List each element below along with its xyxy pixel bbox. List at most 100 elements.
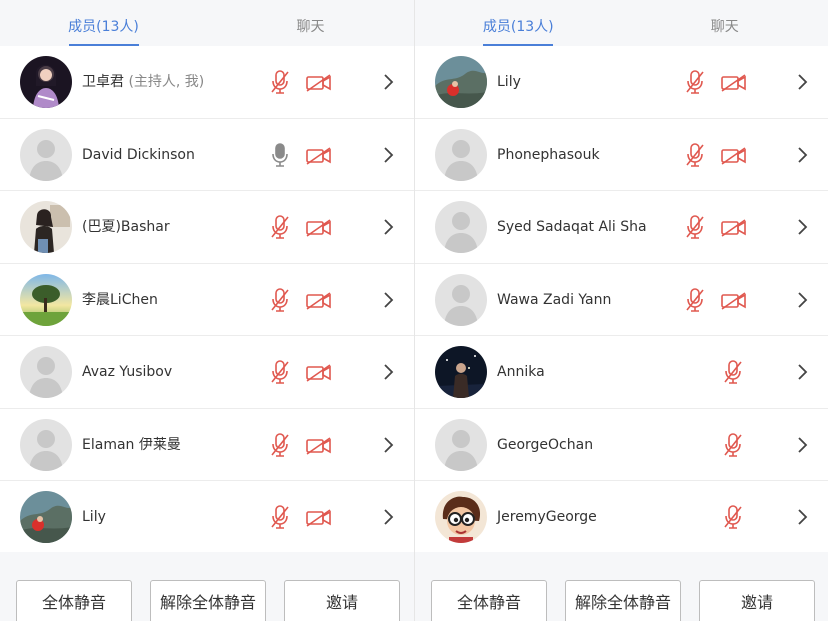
unmute-all-button[interactable]: 解除全体静音 [565, 580, 681, 621]
chevron-right-icon[interactable] [382, 73, 394, 91]
avatar [20, 273, 72, 326]
member-row[interactable]: David Dickinson [0, 119, 414, 191]
tab-chat[interactable]: 聊天 [622, 0, 828, 46]
avatar [20, 491, 72, 543]
members-panel-right: 成员(13人) 聊天 Lily Phonephasouk Syed Sadaqat … [414, 0, 828, 621]
chevron-right-icon[interactable] [382, 291, 394, 309]
member-name-text: JeremyGeorge [497, 509, 597, 525]
member-name-text: Avaz Yusibov [82, 364, 173, 380]
mute-all-button[interactable]: 全体静音 [16, 580, 132, 621]
chevron-right-icon[interactable] [382, 363, 394, 381]
chevron-right-icon[interactable] [382, 436, 394, 454]
camera-off-icon[interactable] [306, 436, 332, 455]
member-row[interactable]: GeorgeOchan [415, 409, 828, 481]
member-row[interactable]: Lily [0, 481, 414, 554]
member-name: Wawa Zadi Yann [497, 264, 611, 336]
chevron-right-icon[interactable] [796, 436, 808, 454]
member-name-text: 李晨LiChen [82, 291, 158, 308]
member-name-text: Wawa Zadi Yann [497, 291, 612, 308]
camera-off-icon[interactable] [306, 291, 332, 310]
member-name: GeorgeOchan [497, 409, 593, 481]
mic-muted-icon[interactable] [723, 505, 743, 529]
tab-members[interactable]: 成员(13人) [415, 0, 622, 46]
chevron-right-icon[interactable] [796, 73, 808, 91]
camera-off-icon[interactable] [306, 509, 332, 527]
mic-muted-icon[interactable] [270, 432, 290, 457]
mic-muted-icon[interactable] [685, 142, 705, 167]
host-label: (主持人, 我) [124, 74, 205, 90]
chevron-right-icon[interactable] [382, 146, 394, 164]
member-name-text: Phonephasouk [497, 146, 600, 163]
member-name: 卫卓君 (主持人, 我) [82, 46, 204, 118]
avatar [435, 56, 487, 108]
member-name: Syed Sadaqat Ali Sha [497, 191, 647, 263]
camera-off-icon[interactable] [306, 74, 332, 92]
member-name: Annika [497, 336, 545, 408]
chevron-right-icon[interactable] [796, 363, 808, 381]
member-name: David Dickinson [82, 119, 195, 191]
member-row[interactable]: Phonephasouk [415, 119, 828, 191]
invite-button[interactable]: 邀请 [284, 580, 400, 621]
avatar [435, 491, 487, 543]
member-row[interactable]: JeremyGeorge [415, 481, 828, 554]
avatar [435, 128, 487, 181]
mic-icon[interactable] [270, 142, 290, 167]
mic-muted-icon[interactable] [270, 70, 290, 94]
mic-muted-icon[interactable] [270, 287, 290, 312]
camera-off-icon[interactable] [721, 219, 747, 237]
member-row[interactable]: 李晨LiChen [0, 264, 414, 336]
mic-muted-icon[interactable] [685, 215, 705, 239]
tab-chat[interactable]: 聊天 [207, 0, 414, 46]
member-name-text: Elaman 伊莱曼 [82, 436, 181, 453]
member-name: 李晨LiChen [82, 264, 158, 336]
action-bar: 全体静音 解除全体静音 邀请 [0, 552, 414, 621]
mic-muted-icon[interactable] [685, 70, 705, 94]
mic-muted-icon[interactable] [270, 505, 290, 529]
chevron-right-icon[interactable] [382, 218, 394, 236]
camera-off-icon[interactable] [721, 74, 747, 92]
member-row[interactable]: 卫卓君 (主持人, 我) [0, 46, 414, 119]
member-name: Phonephasouk [497, 119, 600, 191]
mic-muted-icon[interactable] [723, 360, 743, 384]
camera-off-icon[interactable] [306, 364, 332, 382]
member-row[interactable]: Avaz Yusibov [0, 336, 414, 409]
unmute-all-button[interactable]: 解除全体静音 [150, 580, 266, 621]
avatar [20, 418, 72, 471]
mic-muted-icon[interactable] [685, 287, 705, 312]
avatar [20, 56, 72, 108]
member-row[interactable]: Annika [415, 336, 828, 409]
action-bar: 全体静音 解除全体静音 邀请 [415, 552, 828, 621]
chevron-right-icon[interactable] [796, 146, 808, 164]
chevron-right-icon[interactable] [796, 291, 808, 309]
member-row[interactable]: Lily [415, 46, 828, 119]
invite-button[interactable]: 邀请 [699, 580, 815, 621]
tab-bar: 成员(13人) 聊天 [415, 0, 828, 46]
member-row[interactable]: Wawa Zadi Yann [415, 264, 828, 336]
mic-muted-icon[interactable] [270, 360, 290, 384]
camera-off-icon[interactable] [721, 146, 747, 165]
camera-off-icon[interactable] [721, 291, 747, 310]
chevron-right-icon[interactable] [796, 508, 808, 526]
member-name-text: (巴夏)Bashar [82, 219, 170, 235]
avatar [435, 273, 487, 326]
avatar [20, 201, 72, 253]
member-name: Avaz Yusibov [82, 336, 172, 408]
member-name: Elaman 伊莱曼 [82, 409, 181, 481]
camera-off-icon[interactable] [306, 219, 332, 237]
camera-off-icon[interactable] [306, 146, 332, 165]
mute-all-button[interactable]: 全体静音 [431, 580, 547, 621]
mic-muted-icon[interactable] [723, 432, 743, 457]
member-name: JeremyGeorge [497, 481, 597, 553]
tab-members[interactable]: 成员(13人) [0, 0, 207, 46]
member-row[interactable]: Elaman 伊莱曼 [0, 409, 414, 481]
member-name: (巴夏)Bashar [82, 191, 170, 263]
member-row[interactable]: (巴夏)Bashar [0, 191, 414, 264]
member-row[interactable]: Syed Sadaqat Ali Sha [415, 191, 828, 264]
chevron-right-icon[interactable] [796, 218, 808, 236]
member-name-text: Lily [82, 509, 106, 525]
chevron-right-icon[interactable] [382, 508, 394, 526]
member-list: Lily Phonephasouk Syed Sadaqat Ali Sha Wawa… [415, 46, 828, 554]
avatar [20, 346, 72, 398]
mic-muted-icon[interactable] [270, 215, 290, 239]
tab-bar: 成员(13人) 聊天 [0, 0, 414, 46]
